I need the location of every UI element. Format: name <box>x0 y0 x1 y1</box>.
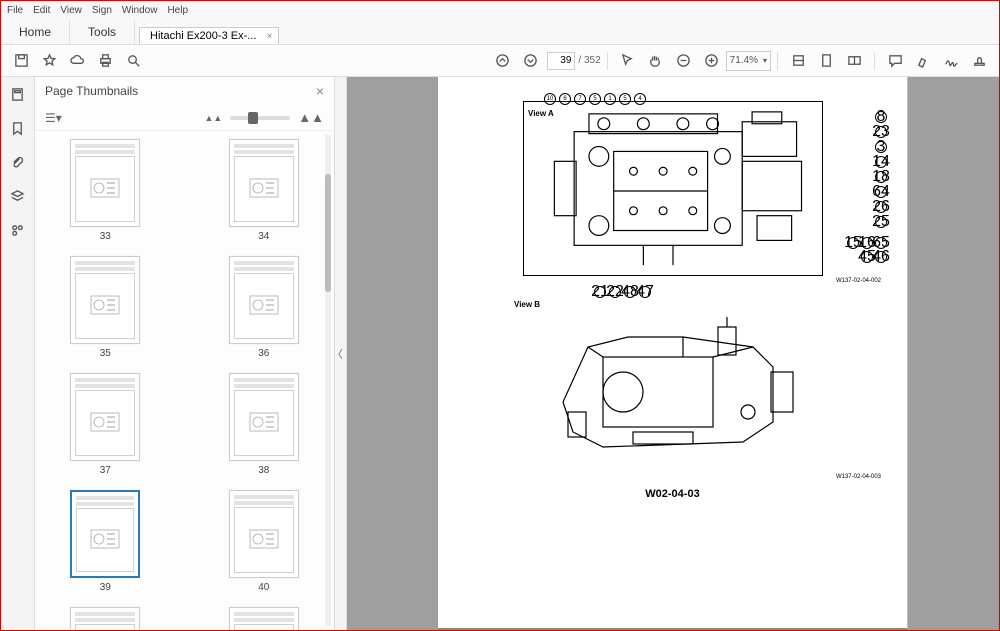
thumbnails-panel: Page Thumbnails × ☰▾ ▲▲ ▲▲ 3334353637383… <box>35 77 335 630</box>
cloud-icon[interactable] <box>65 49 89 73</box>
callout-bubble: 47 <box>639 286 651 298</box>
menu-help[interactable]: Help <box>167 5 188 16</box>
callout-bubble: 14 <box>875 156 887 168</box>
callout-bubble: 21 <box>594 286 606 298</box>
tab-tools[interactable]: Tools <box>70 20 135 44</box>
app-window: File Edit View Sign Window Help Home Too… <box>0 0 1000 631</box>
print-icon[interactable] <box>93 49 117 73</box>
thumbnail-item[interactable]: 38 <box>229 373 299 476</box>
tab-bar: Home Tools Hitachi Ex200-3 Ex-... × <box>1 19 999 45</box>
thumbnails-list[interactable]: 33 34 35 36 37 38 39 40 41 42 <box>35 131 334 630</box>
callout-bubble: 26 <box>875 201 887 213</box>
attachment-rail-icon[interactable] <box>7 151 29 173</box>
view-b-label: View B <box>514 300 540 309</box>
callout-bubble: 23 <box>875 126 887 138</box>
layers-rail-icon[interactable] <box>7 185 29 207</box>
tab-home[interactable]: Home <box>1 20 70 44</box>
callout-bubble: 3 <box>875 141 887 153</box>
thumbnail-label: 35 <box>100 348 111 359</box>
page-down-icon[interactable] <box>518 49 542 73</box>
figure-view-a: View A 10675154 <box>464 101 881 284</box>
menu-view[interactable]: View <box>60 5 82 16</box>
panel-toolbar: ☰▾ ▲▲ ▲▲ <box>35 105 334 131</box>
thumbnail-label: 40 <box>258 582 269 593</box>
thumbnail-label: 34 <box>258 231 269 242</box>
figure-view-b: View B <box>464 302 881 480</box>
thumbnail-item[interactable]: 39 <box>70 490 140 593</box>
tags-rail-icon[interactable] <box>7 219 29 241</box>
menu-sign[interactable]: Sign <box>92 5 112 16</box>
thumbnail-label: 39 <box>100 582 111 593</box>
section-label: W02-04-03 <box>464 488 881 500</box>
panel-close-icon[interactable]: × <box>316 83 324 99</box>
thumbnail-item[interactable]: 42 <box>229 607 299 630</box>
thumb-size-slider[interactable] <box>230 116 290 120</box>
panel-collapse-grip[interactable] <box>335 77 347 630</box>
page-total: / 352 <box>578 55 600 66</box>
stamp-icon[interactable] <box>967 49 991 73</box>
search-icon[interactable] <box>121 49 145 73</box>
panel-scrollbar[interactable] <box>325 135 331 626</box>
callout-bubble: 25 <box>875 216 887 228</box>
close-tab-icon[interactable]: × <box>267 31 273 42</box>
callout-bubble: 64 <box>875 186 887 198</box>
highlight-icon[interactable] <box>911 49 935 73</box>
thumbnail-item[interactable]: 34 <box>229 139 299 242</box>
thumbnails-rail-icon[interactable] <box>7 83 29 105</box>
callout-bubble: 18 <box>875 171 887 183</box>
zoom-out-icon[interactable] <box>672 49 696 73</box>
document-page: View A 10675154 <box>438 77 908 630</box>
content-body: Page Thumbnails × ☰▾ ▲▲ ▲▲ 3334353637383… <box>1 77 999 630</box>
left-nav-rail <box>1 77 35 630</box>
callout-bubble: 22 <box>609 286 621 298</box>
thumbnail-label: 36 <box>258 348 269 359</box>
fit-width-icon[interactable] <box>786 49 810 73</box>
document-tab[interactable]: Hitachi Ex200-3 Ex-... × <box>139 27 279 44</box>
document-tab-label: Hitachi Ex200-3 Ex-... <box>150 30 256 42</box>
thumbnail-item[interactable]: 40 <box>229 490 299 593</box>
menu-edit[interactable]: Edit <box>33 5 50 16</box>
sign-icon[interactable] <box>939 49 963 73</box>
menu-window[interactable]: Window <box>122 5 158 16</box>
thumbnail-label: 33 <box>100 231 111 242</box>
thumbnail-item[interactable]: 37 <box>70 373 140 476</box>
panel-options-icon[interactable]: ☰▾ <box>45 111 62 125</box>
figure-number-2: W137-02-04-003 <box>464 474 881 480</box>
thumbnail-item[interactable]: 41 <box>70 607 140 630</box>
thumbnail-item[interactable]: 33 <box>70 139 140 242</box>
zoom-select[interactable]: 71.4% <box>726 51 771 71</box>
thumbnail-item[interactable]: 35 <box>70 256 140 359</box>
star-icon[interactable] <box>37 49 61 73</box>
thumbnail-label: 37 <box>100 465 111 476</box>
comment-icon[interactable] <box>883 49 907 73</box>
figure-number-1: W137-02-04-002 <box>464 278 881 284</box>
callout-bubble: 46 <box>875 251 887 263</box>
fit-page-icon[interactable] <box>814 49 838 73</box>
thumbnail-label: 38 <box>258 465 269 476</box>
main-toolbar: / 352 71.4% <box>1 45 999 77</box>
menu-bar: File Edit View Sign Window Help <box>1 1 999 19</box>
callout-bubble: 48 <box>624 286 636 298</box>
hand-icon[interactable] <box>644 49 668 73</box>
save-icon[interactable] <box>9 49 33 73</box>
page-up-icon[interactable] <box>490 49 514 73</box>
document-viewer[interactable]: View A 10675154 <box>347 77 999 630</box>
thumbnail-item[interactable]: 36 <box>229 256 299 359</box>
pointer-icon[interactable] <box>616 49 640 73</box>
menu-file[interactable]: File <box>7 5 23 16</box>
bookmark-rail-icon[interactable] <box>7 117 29 139</box>
zoom-in-icon[interactable] <box>700 49 724 73</box>
callout-bubble: 8 <box>875 111 887 123</box>
thumb-large-icon[interactable]: ▲▲ <box>298 110 324 125</box>
panel-title: Page Thumbnails <box>45 84 138 98</box>
thumb-small-icon[interactable]: ▲▲ <box>204 113 222 123</box>
page-number-input[interactable] <box>547 52 575 70</box>
read-mode-icon[interactable] <box>842 49 866 73</box>
